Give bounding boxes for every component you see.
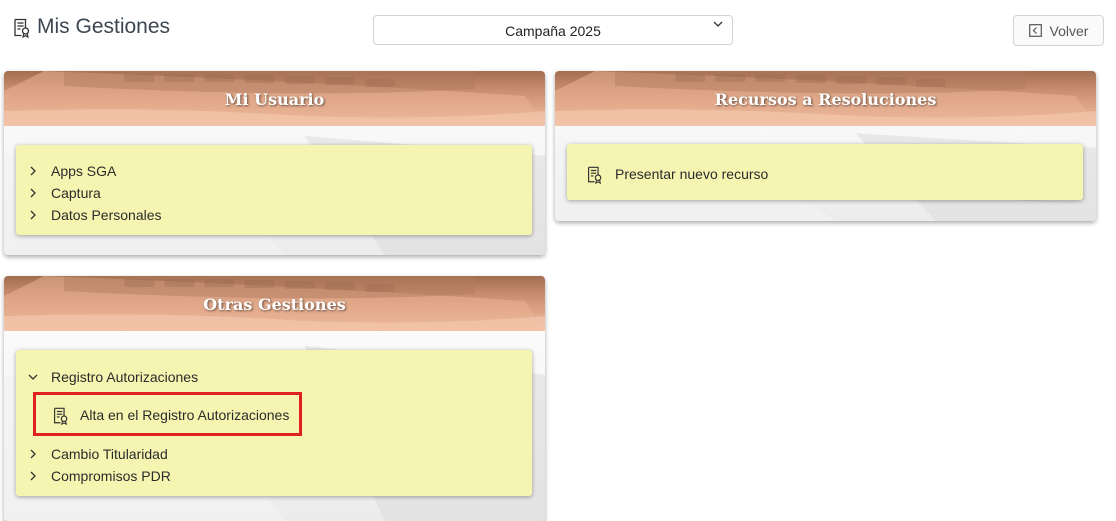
menu-item-presentar-nuevo-recurso[interactable]: Presentar nuevo recurso: [567, 163, 1083, 185]
campaign-select[interactable]: Campaña 2025: [373, 15, 733, 45]
menu-item-captura[interactable]: Captura: [16, 182, 532, 204]
back-button[interactable]: Volver: [1013, 15, 1104, 46]
menu-item-label: Datos Personales: [51, 207, 162, 223]
campaign-select-value: Campaña 2025: [505, 23, 601, 39]
menu-item-label: Apps SGA: [51, 163, 117, 179]
menu-item-label: Presentar nuevo recurso: [615, 166, 769, 182]
chevron-right-icon: [28, 471, 38, 481]
chevron-right-icon: [28, 449, 38, 459]
back-arrow-box-icon: [1028, 24, 1042, 37]
menu-item-label: Cambio Titularidad: [51, 446, 168, 462]
menu-box: Registro Autorizaciones Alta en el Regis…: [16, 350, 532, 496]
back-button-label: Volver: [1049, 22, 1089, 39]
menu-box: Presentar nuevo recurso: [567, 144, 1083, 200]
menu-item-compromisos-pdr[interactable]: Compromisos PDR: [16, 465, 532, 487]
menu-item-registro-autorizaciones[interactable]: Registro Autorizaciones: [16, 366, 532, 388]
panel-header: Recursos a Resoluciones: [555, 71, 1096, 126]
chevron-right-icon: [28, 166, 38, 176]
panel-title: Mi Usuario: [224, 90, 325, 109]
panel-header: Mi Usuario: [4, 71, 545, 126]
document-certificate-icon: [11, 17, 31, 39]
document-certificate-icon: [51, 406, 69, 426]
panel-title: Recursos a Resoluciones: [714, 90, 937, 109]
chevron-down-icon: [713, 19, 723, 29]
menu-box: Apps SGA Captura Datos Personales: [16, 145, 532, 235]
page-title: Mis Gestiones: [37, 15, 171, 38]
chevron-right-icon: [28, 210, 38, 220]
panel-title: Otras Gestiones: [203, 295, 346, 314]
menu-item-label: Compromisos PDR: [51, 468, 171, 484]
menu-item-datos-personales[interactable]: Datos Personales: [16, 204, 532, 226]
document-certificate-icon: [585, 165, 603, 185]
menu-item-label: Registro Autorizaciones: [51, 369, 199, 385]
menu-item-apps-sga[interactable]: Apps SGA: [16, 160, 532, 182]
panel-mi-usuario: Mi Usuario Apps SGA Captura Datos Person…: [4, 71, 545, 255]
menu-item-cambio-titularidad[interactable]: Cambio Titularidad: [16, 443, 532, 465]
panel-header: Otras Gestiones: [4, 276, 545, 331]
chevron-right-icon: [28, 188, 38, 198]
menu-item-label: Alta en el Registro Autorizaciones: [80, 407, 290, 423]
panel-recursos-resoluciones: Recursos a Resoluciones Presentar nuevo …: [555, 71, 1096, 221]
menu-item-label: Captura: [51, 185, 101, 201]
chevron-down-icon: [28, 372, 38, 382]
menu-item-alta-registro-autorizaciones[interactable]: Alta en el Registro Autorizaciones: [16, 404, 532, 426]
panel-otras-gestiones: Otras Gestiones Registro Autorizaciones …: [4, 276, 545, 521]
